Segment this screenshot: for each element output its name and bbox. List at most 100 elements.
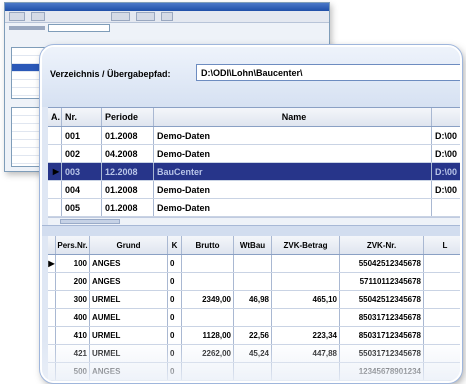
employee-cell-k: 0 [168,327,182,344]
employee-cell-wtbau [234,309,272,326]
employee-cell-zvkb [272,273,340,290]
employee-cell-k: 0 [168,291,182,308]
bg-toolbar-button-1[interactable] [9,12,26,21]
employee-cell-brutto [182,309,234,326]
employee-cell-pnr: 300 [56,291,90,308]
employee-cell-zvkb: 465,10 [272,291,340,308]
employee-row[interactable]: 410 URMEL 0 1128,00 22,56 223,34 8503171234567… [48,327,460,345]
col-header-brutto[interactable]: Brutto [182,236,234,254]
col-header-nr[interactable]: Nr. [62,108,102,126]
employee-cell-ind [48,327,56,344]
employee-cell-l [424,327,460,344]
col-header-a[interactable]: A. [48,108,62,126]
col-header-periode[interactable]: Periode [102,108,154,126]
employee-cell-brutto [182,273,234,290]
period-row[interactable]: 001 01.2008 Demo-Daten D:\00 [48,127,460,145]
employee-cell-grund: URMEL [90,291,168,308]
period-cell-name: Demo-Daten [154,145,432,162]
col-header-k[interactable]: K [168,236,182,254]
period-cell-nr: 005 [62,199,102,216]
period-cell-name: Demo-Daten [154,199,432,216]
period-cell-tail: D:\00 [435,148,458,159]
background-window-toolbar [5,11,329,23]
employee-cell-zvknr: 55042512345678 [340,291,424,308]
period-cell-indicator [48,199,62,216]
employee-row[interactable]: ▶ 100 ANGES 0 55042512345678 [48,255,460,273]
employee-grid-header: Pers.Nr. Grund K Brutto WtBau ZVK-Betrag… [48,236,460,255]
employee-cell-zvknr: 12345678901234 [340,363,424,380]
period-cell-indicator: ▶ [48,163,62,180]
period-row[interactable]: 005 01.2008 Demo-Daten [48,199,460,217]
employee-cell-l [424,345,460,362]
period-cell-name: BauCenter [154,163,432,180]
employee-cell-wtbau: 46,98 [234,291,272,308]
col-header-zvk-betrag[interactable]: ZVK-Betrag [272,236,340,254]
employee-row[interactable]: 421 URMEL 0 2262,00 45,24 447,88 5503171234567… [48,345,460,363]
period-cell-nr: 003 [62,163,102,180]
period-cell-tail: D:\00 [435,130,458,141]
employee-cell-l [424,273,460,290]
col-header-zvk-nr[interactable]: ZVK-Nr. [340,236,424,254]
employee-row[interactable]: 500 ANGES 0 12345678901234 [48,363,460,381]
employee-row[interactable]: 200 ANGES 0 57110112345678 [48,273,460,291]
splitter[interactable] [42,225,460,236]
employee-row[interactable]: 300 URMEL 0 2349,00 46,98 465,10 5504251234567… [48,291,460,309]
employee-cell-wtbau: 45,24 [234,345,272,362]
col-header-l[interactable]: L [424,236,460,254]
employee-cell-zvknr: 85031712345678 [340,309,424,326]
employee-cell-l [424,363,460,380]
employee-cell-wtbau [234,273,272,290]
employee-cell-wtbau [234,255,272,272]
bg-toolbar-button-5[interactable] [161,12,174,21]
col-header-name[interactable]: Name [154,108,432,126]
bg-toolbar-button-3[interactable] [110,12,131,21]
background-path-input[interactable] [48,24,110,32]
col-header-grund[interactable]: Grund [90,236,168,254]
period-cell-name: Demo-Daten [154,127,432,144]
period-cell-periode: 01.2008 [102,127,154,144]
period-row[interactable]: 004 01.2008 Demo-Daten D:\00 [48,181,460,199]
period-cell-periode: 01.2008 [102,181,154,198]
employee-cell-zvkb: 223,34 [272,327,340,344]
background-path-row [5,23,329,33]
employee-cell-zvkb: 447,88 [272,345,340,362]
period-grid: A. Nr. Periode Name 001 01.2008 Demo-Daten… [48,107,460,224]
col-header-extra[interactable] [432,108,460,126]
period-grid-header: A. Nr. Periode Name [48,108,460,127]
employee-cell-ind [48,273,56,290]
employee-cell-zvknr: 57110112345678 [340,273,424,290]
employee-cell-zvkb [272,309,340,326]
employee-cell-pnr: 400 [56,309,90,326]
bg-toolbar-button-4[interactable] [136,12,156,21]
col-header-indicator [48,236,56,254]
employee-cell-k: 0 [168,273,182,290]
employee-cell-grund: ANGES [90,363,168,380]
employee-cell-l [424,291,460,308]
employee-cell-k: 0 [168,345,182,362]
scroll-thumb[interactable] [60,219,120,224]
period-cell-indicator [48,145,62,162]
employee-cell-k: 0 [168,309,182,326]
employee-cell-grund: AUMEL [90,309,168,326]
col-header-persnr[interactable]: Pers.Nr. [56,236,90,254]
period-grid-hscrollbar[interactable] [48,217,460,225]
employee-cell-zvknr: 55031712345678 [340,345,424,362]
employee-cell-grund: URMEL [90,327,168,344]
employee-grid: Pers.Nr. Grund K Brutto WtBau ZVK-Betrag… [48,236,460,381]
employee-cell-pnr: 200 [56,273,90,290]
path-input[interactable]: D:\ODI\Lohn\Baucenter\ [196,64,460,81]
bg-toolbar-button-2[interactable] [31,12,45,21]
period-row[interactable]: 002 04.2008 Demo-Daten D:\00 [48,145,460,163]
employee-cell-k: 0 [168,363,182,380]
employee-cell-wtbau: 22,56 [234,327,272,344]
employee-cell-zvkb [272,363,340,380]
period-row[interactable]: ▶ 003 12.2008 BauCenter D:\00 [48,163,460,181]
employee-cell-wtbau [234,363,272,380]
period-cell-nr: 002 [62,145,102,162]
period-cell-periode: 01.2008 [102,199,154,216]
col-header-wtbau[interactable]: WtBau [234,236,272,254]
employee-row[interactable]: 400 AUMEL 0 85031712345678 [48,309,460,327]
employee-cell-pnr: 421 [56,345,90,362]
period-cell-periode: 04.2008 [102,145,154,162]
employee-cell-l [424,255,460,272]
